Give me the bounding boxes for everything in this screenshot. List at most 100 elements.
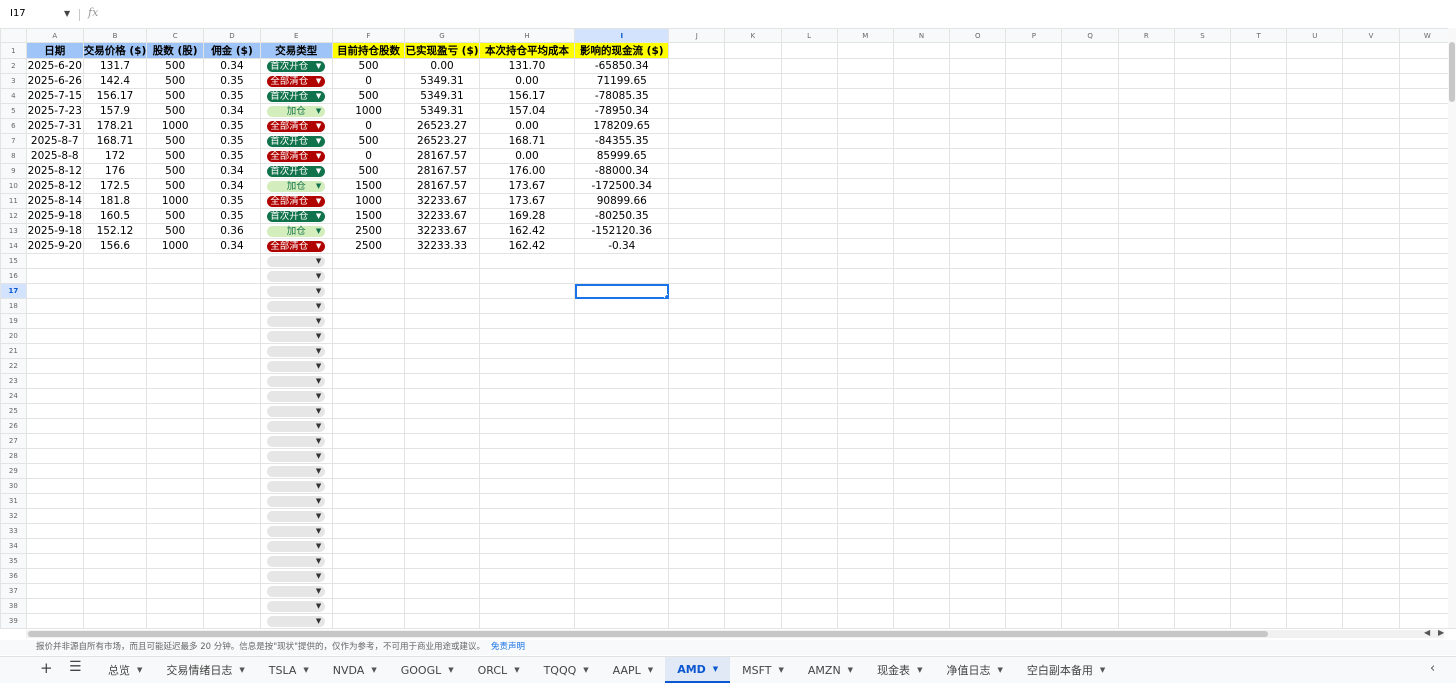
cell[interactable]: 71199.65: [574, 73, 670, 89]
cell[interactable]: [1230, 268, 1288, 284]
sheet-tab[interactable]: TQQQ ▼: [532, 657, 601, 683]
cell[interactable]: [1230, 568, 1288, 584]
cell[interactable]: [1342, 538, 1400, 554]
cell[interactable]: [82, 298, 148, 314]
cell[interactable]: 173.67: [478, 178, 576, 194]
cell[interactable]: [146, 268, 205, 284]
cell[interactable]: [668, 538, 726, 554]
cell[interactable]: [836, 163, 894, 179]
cell[interactable]: [1286, 418, 1344, 434]
column-header[interactable]: I: [574, 28, 670, 43]
cell[interactable]: 首次开仓 ▼: [259, 133, 333, 149]
cell[interactable]: [892, 148, 951, 164]
cell[interactable]: 26523.27: [404, 133, 480, 149]
cell[interactable]: [478, 343, 576, 359]
empty-dropdown-chip[interactable]: ▼: [267, 525, 326, 537]
cell[interactable]: [780, 88, 838, 104]
cell[interactable]: [668, 613, 726, 629]
cell[interactable]: [949, 88, 1007, 104]
cell[interactable]: [724, 88, 782, 104]
cell[interactable]: [404, 358, 480, 374]
row-header[interactable]: 19: [0, 313, 27, 329]
cell[interactable]: [1230, 313, 1288, 329]
cell[interactable]: [1061, 208, 1119, 224]
column-header[interactable]: D: [203, 28, 261, 43]
cell[interactable]: [404, 598, 480, 614]
cell[interactable]: [25, 568, 84, 584]
cell[interactable]: [1173, 88, 1232, 104]
cell[interactable]: 178.21: [82, 118, 148, 134]
cell[interactable]: [949, 133, 1007, 149]
cell[interactable]: [668, 133, 726, 149]
cell[interactable]: [1005, 523, 1063, 539]
cell[interactable]: [1286, 493, 1344, 509]
cell[interactable]: [1230, 418, 1288, 434]
cell[interactable]: [724, 613, 782, 629]
cell[interactable]: [836, 493, 894, 509]
cell[interactable]: [949, 178, 1007, 194]
cell[interactable]: [892, 133, 951, 149]
cell[interactable]: 26523.27: [404, 118, 480, 134]
cell[interactable]: [1230, 508, 1288, 524]
cell[interactable]: [331, 598, 406, 614]
cell[interactable]: [724, 523, 782, 539]
cell[interactable]: [1061, 613, 1119, 629]
cell[interactable]: [1117, 493, 1175, 509]
cell[interactable]: ▼: [259, 418, 333, 434]
plus-icon[interactable]: +: [40, 659, 53, 677]
cell[interactable]: [146, 598, 205, 614]
cell[interactable]: [82, 313, 148, 329]
row-header[interactable]: 4: [0, 88, 27, 104]
cell[interactable]: [1117, 163, 1175, 179]
cell[interactable]: [478, 598, 576, 614]
cell[interactable]: [949, 238, 1007, 254]
cell[interactable]: [1117, 313, 1175, 329]
cell[interactable]: [1342, 283, 1400, 299]
caret-down-icon[interactable]: ▼: [514, 666, 519, 674]
cell[interactable]: [574, 478, 670, 494]
cell[interactable]: [1286, 583, 1344, 599]
cell[interactable]: [1286, 388, 1344, 404]
scroll-thumb[interactable]: [1449, 42, 1455, 102]
cell[interactable]: [1117, 508, 1175, 524]
cell[interactable]: 172: [82, 148, 148, 164]
cell[interactable]: [892, 178, 951, 194]
cell[interactable]: [203, 328, 261, 344]
cell[interactable]: 2500: [331, 223, 406, 239]
cell[interactable]: [331, 283, 406, 299]
cell[interactable]: [331, 328, 406, 344]
cell[interactable]: [1342, 478, 1400, 494]
cell[interactable]: ▼: [259, 583, 333, 599]
cell[interactable]: [1173, 42, 1232, 59]
cell[interactable]: [25, 448, 84, 464]
cell[interactable]: [1286, 613, 1344, 629]
scroll-left-icon[interactable]: ◀: [1424, 628, 1430, 637]
cell[interactable]: [1286, 208, 1344, 224]
cell[interactable]: [203, 568, 261, 584]
cell[interactable]: 1000: [331, 103, 406, 119]
cell[interactable]: [724, 463, 782, 479]
cell[interactable]: [1173, 568, 1232, 584]
cell[interactable]: 1500: [331, 178, 406, 194]
row-header[interactable]: 34: [0, 538, 27, 554]
empty-dropdown-chip[interactable]: ▼: [267, 390, 326, 402]
cell[interactable]: [892, 118, 951, 134]
cell[interactable]: [892, 298, 951, 314]
cell[interactable]: 0.35: [203, 208, 261, 224]
cell[interactable]: 0: [331, 148, 406, 164]
empty-dropdown-chip[interactable]: ▼: [267, 615, 326, 627]
cell[interactable]: [574, 418, 670, 434]
trade-type-chip[interactable]: 加仓 ▼: [267, 225, 326, 237]
cell[interactable]: 首次开仓 ▼: [259, 58, 333, 74]
header-cell[interactable]: 影响的现金流 ($): [574, 42, 670, 59]
cell[interactable]: 181.8: [82, 193, 148, 209]
caret-down-icon[interactable]: ▼: [137, 666, 142, 674]
cell[interactable]: [1005, 478, 1063, 494]
cell[interactable]: [892, 208, 951, 224]
empty-dropdown-chip[interactable]: ▼: [267, 375, 326, 387]
cell[interactable]: [478, 463, 576, 479]
cell[interactable]: [146, 253, 205, 269]
cell[interactable]: ▼: [259, 373, 333, 389]
cell[interactable]: [478, 613, 576, 629]
cell[interactable]: [1286, 403, 1344, 419]
